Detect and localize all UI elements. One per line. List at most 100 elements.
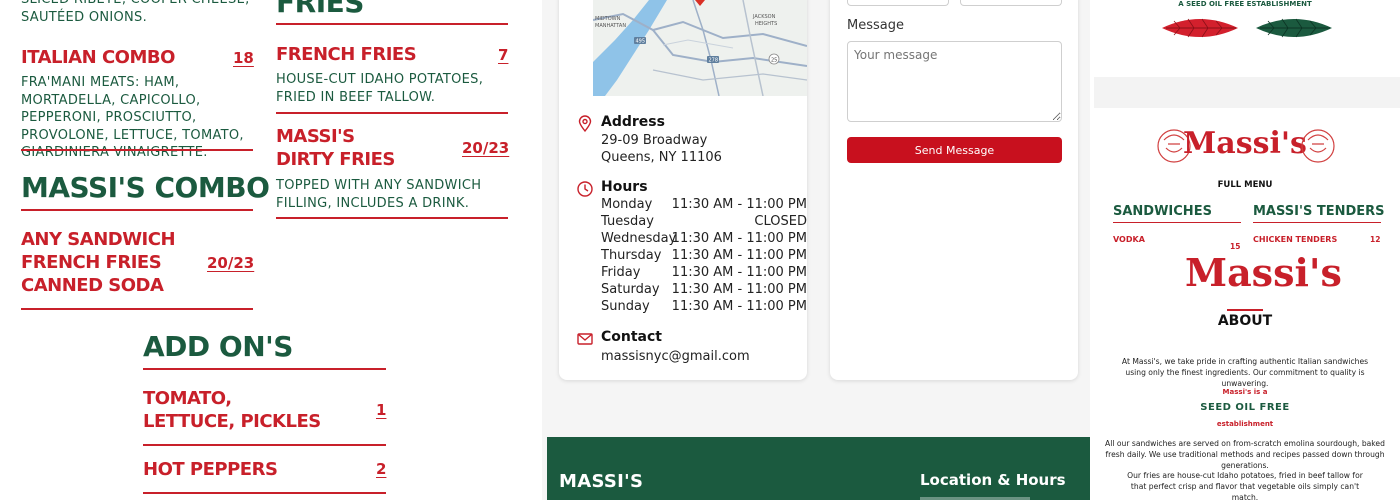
- footer-brand: MASSI'S: [559, 471, 644, 492]
- addon-price: 2: [376, 460, 387, 478]
- seed-oil-line: Massi's is a: [1222, 388, 1268, 396]
- hours-day: Sunday: [601, 299, 650, 314]
- menu-item-price: 18: [233, 49, 254, 67]
- menu-item-price: 20/23: [462, 139, 510, 157]
- hours-row: Friday 11:30 AM - 11:00 PM: [601, 265, 807, 282]
- hours-day: Tuesday: [601, 214, 654, 229]
- sandwich-description: SLICED RIBEYE, COOPER CHEESE, SAUTÉED ON…: [21, 0, 249, 25]
- contact-panel: MIDTOWN MANHATTAN JACKSON HEIGHTS 495 27…: [542, 0, 1090, 500]
- map-label: HEIGHTS: [755, 21, 777, 27]
- divider: [1227, 309, 1263, 311]
- divider: [276, 23, 508, 25]
- contact-form-card: Message Send Message: [830, 0, 1078, 380]
- divider: [1253, 222, 1381, 223]
- seed-oil-badge: SEED OIL FREE: [1200, 402, 1290, 413]
- email-link[interactable]: massisnyc@gmail.com: [601, 348, 750, 365]
- menu-item-price: 12: [1370, 235, 1381, 244]
- hours-time: 11:30 AM - 11:00 PM: [671, 299, 807, 314]
- seed-oil-line: establishment: [1216, 420, 1274, 428]
- address-line: Queens, NY 11106: [601, 150, 722, 165]
- menu-column-title: MASSI'S TENDERS: [1253, 204, 1385, 219]
- message-textarea[interactable]: [847, 41, 1062, 122]
- location-map[interactable]: MIDTOWN MANHATTAN JACKSON HEIGHTS 495 27…: [593, 0, 807, 96]
- hours-row: Wednesday 11:30 AM - 11:00 PM: [601, 231, 807, 248]
- map-graphic: MIDTOWN MANHATTAN JACKSON HEIGHTS 495 27…: [593, 0, 807, 96]
- hours-time: CLOSED: [754, 214, 807, 229]
- map-pin-icon: [576, 115, 594, 133]
- about-paragraph: At Massi's, we take pride in crafting au…: [1121, 357, 1369, 388]
- menu-item-price: 7: [498, 46, 509, 64]
- mobile-header-band: [1094, 77, 1400, 108]
- hours-time: 11:30 AM - 11:00 PM: [671, 197, 807, 212]
- hours-time: 11:30 AM - 11:00 PM: [671, 265, 807, 280]
- addon-price: 1: [376, 401, 387, 419]
- combo-line: FRENCH FRIES: [21, 252, 162, 273]
- divider: [276, 217, 508, 219]
- leaf-icon: [1254, 16, 1334, 44]
- divider: [1113, 222, 1241, 223]
- map-label: MANHATTAN: [595, 23, 626, 29]
- footer-location-heading: Location & Hours: [920, 471, 1066, 489]
- address-heading: Address: [601, 114, 665, 130]
- route-shield-label: 495: [636, 39, 646, 45]
- menu-item-name: VODKA: [1113, 235, 1145, 244]
- hours-day: Thursday: [601, 248, 662, 263]
- menu-item-description: TOPPED WITH ANY SANDWICH FILLING, INCLUD…: [276, 178, 482, 211]
- hours-day: Friday: [601, 265, 641, 280]
- hours-time: 11:30 AM - 11:00 PM: [671, 282, 807, 297]
- addon-name: HOT PEPPERS: [143, 459, 278, 480]
- chef-icon: [1296, 126, 1340, 170]
- hours-row: Thursday 11:30 AM - 11:00 PM: [601, 248, 807, 265]
- route-shield-label: 25: [771, 58, 777, 64]
- menu-item-name: ITALIAN COMBO: [21, 47, 175, 68]
- addon-name: TOMATO,: [143, 388, 232, 409]
- mobile-preview-panel: A SEED OIL FREE ESTABLISHMENT Massi's FU…: [1090, 0, 1400, 500]
- name-field[interactable]: [847, 0, 949, 6]
- combo-line: CANNED SODA: [21, 275, 164, 296]
- email-field[interactable]: [960, 0, 1062, 6]
- site-footer: MASSI'S Location & Hours: [547, 437, 1090, 500]
- combo-section-title: MASSI'S COMBO: [21, 171, 270, 204]
- menu-item-name: MASSI'S: [276, 126, 355, 147]
- message-label: Message: [847, 18, 904, 33]
- establishment-tagline: A SEED OIL FREE ESTABLISHMENT: [1178, 0, 1312, 8]
- mail-icon: [576, 330, 594, 348]
- divider: [143, 368, 386, 370]
- menu-item-name: DIRTY FRIES: [276, 149, 395, 170]
- addon-name: LETTUCE, PICKLES: [143, 411, 321, 432]
- divider: [143, 492, 386, 494]
- hours-row: Sunday 11:30 AM - 11:00 PM: [601, 299, 807, 316]
- hours-day: Wednesday: [601, 231, 677, 246]
- address-line: 29-09 Broadway: [601, 133, 708, 148]
- hours-row: Monday 11:30 AM - 11:00 PM: [601, 197, 807, 214]
- hours-row: Saturday 11:30 AM - 11:00 PM: [601, 282, 807, 299]
- combo-line: ANY SANDWICH: [21, 229, 176, 250]
- divider: [276, 112, 508, 114]
- menu-item-description: HOUSE-CUT IDAHO POTATOES, FRIED IN BEEF …: [276, 72, 484, 105]
- leaf-icon: [1160, 16, 1240, 44]
- about-paragraph: Our fries are house-cut Idaho potatoes, …: [1127, 471, 1363, 500]
- hours-heading: Hours: [601, 179, 648, 195]
- clock-icon: [576, 180, 594, 198]
- fries-section-title: FRIES: [276, 0, 364, 19]
- send-message-button[interactable]: Send Message: [847, 137, 1062, 163]
- combo-price: 20/23: [207, 254, 255, 272]
- brand-logo-large: Massi's: [1185, 250, 1342, 295]
- info-card: MIDTOWN MANHATTAN JACKSON HEIGHTS 495 27…: [559, 0, 807, 380]
- hours-time: 11:30 AM - 11:00 PM: [671, 248, 807, 263]
- map-label: MIDTOWN: [595, 16, 621, 22]
- brand-logo: Massi's: [1183, 126, 1307, 161]
- about-paragraph: All our sandwiches are served on from-sc…: [1105, 439, 1385, 470]
- hours-row: Tuesday CLOSED: [601, 214, 807, 231]
- route-shield-label: 278: [709, 58, 719, 64]
- hours-day: Saturday: [601, 282, 660, 297]
- menu-column-title: SANDWICHES: [1113, 204, 1212, 219]
- contact-heading: Contact: [601, 329, 662, 345]
- hours-day: Monday: [601, 197, 653, 212]
- hours-time: 11:30 AM - 11:00 PM: [671, 231, 807, 246]
- addons-section-title: ADD ON'S: [143, 330, 293, 363]
- divider: [143, 444, 386, 446]
- full-menu-link[interactable]: FULL MENU: [1090, 180, 1400, 190]
- menu-panel: SLICED RIBEYE, COOPER CHEESE, SAUTÉED ON…: [0, 0, 542, 500]
- divider: [21, 209, 253, 211]
